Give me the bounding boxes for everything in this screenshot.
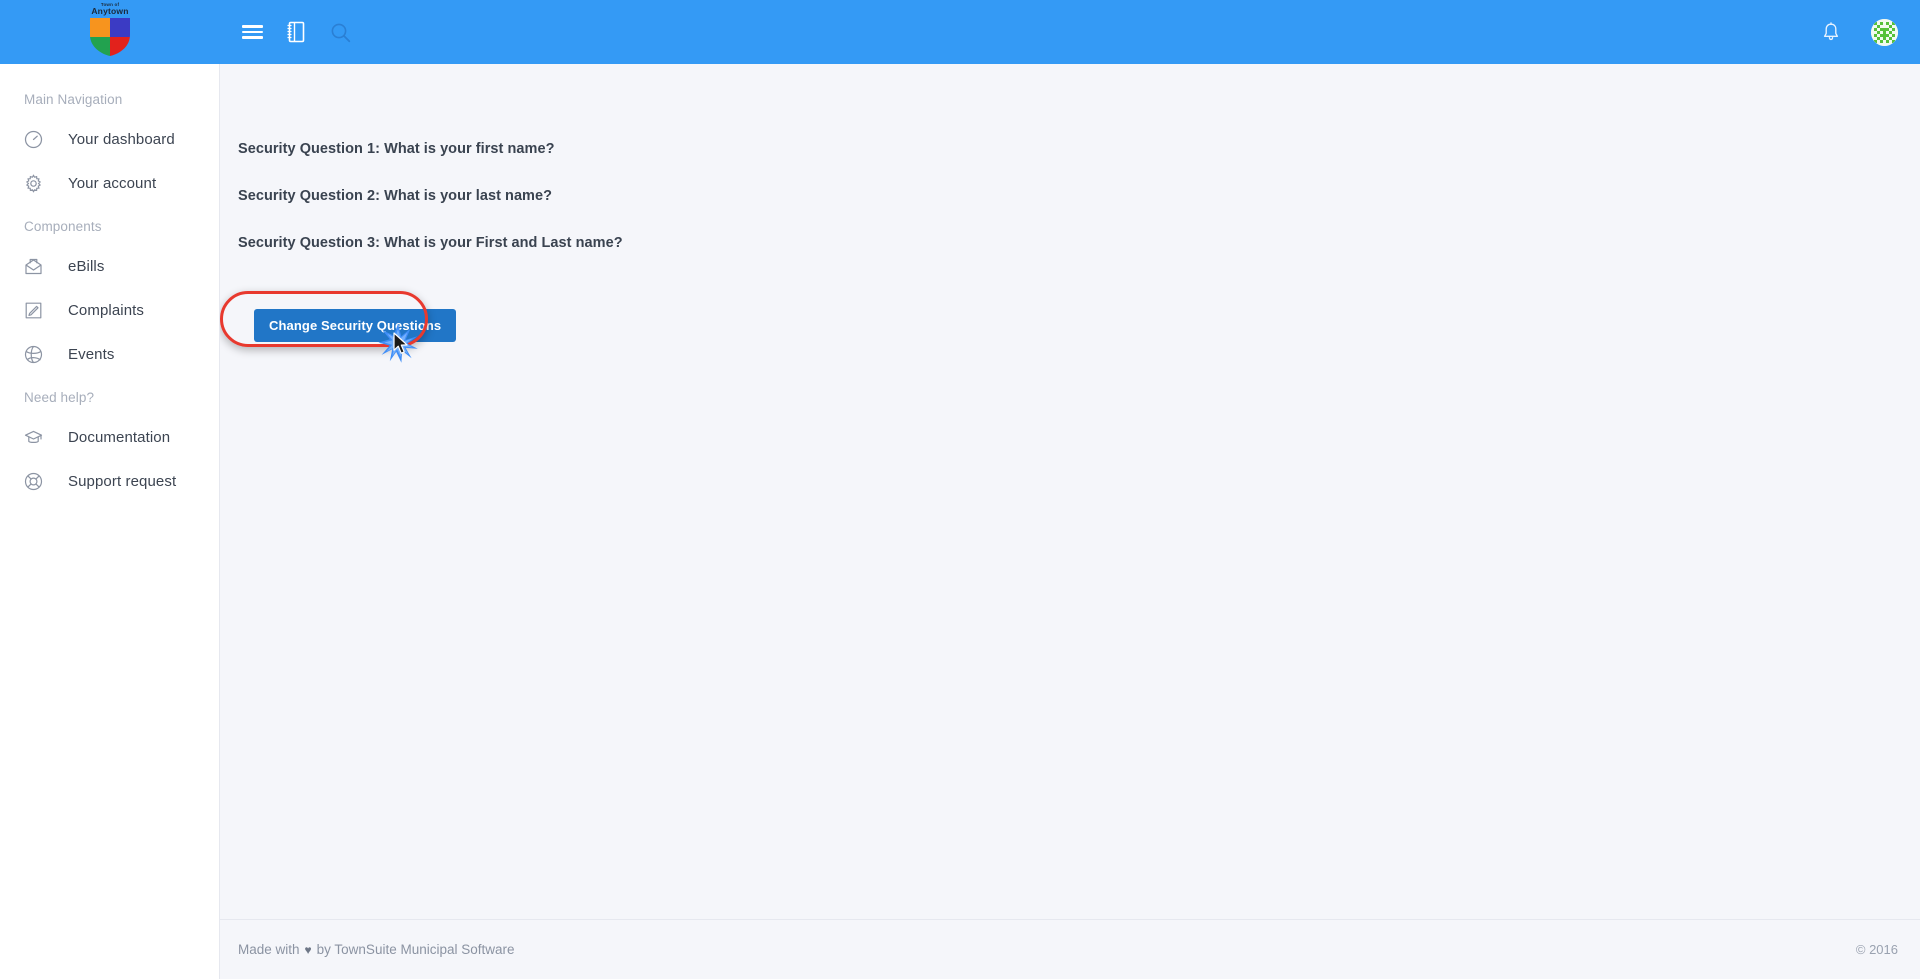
sidebar-item-label: Your dashboard: [68, 130, 175, 148]
user-avatar[interactable]: [1871, 18, 1898, 46]
sidebar-item-your-account[interactable]: Your account: [0, 161, 219, 205]
change-security-questions-zone: Change Security Questions: [220, 291, 458, 363]
bell-icon[interactable]: [1809, 10, 1853, 54]
main-content: Security Question 1: What is your first …: [220, 64, 1920, 919]
sidebar-section-title-components: Components: [24, 219, 102, 234]
footer-credit: Made with ♥ by TownSuite Municipal Softw…: [238, 942, 515, 957]
sidebar-item-label: Support request: [68, 472, 177, 490]
sidebar-item-support-request[interactable]: Support request: [0, 459, 219, 503]
sidebar-item-events[interactable]: Events: [0, 332, 219, 376]
hamburger-menu-icon[interactable]: [230, 10, 274, 54]
security-question-3: Security Question 3: What is your First …: [238, 235, 623, 251]
sidebar-item-complaints[interactable]: Complaints: [0, 288, 219, 332]
notebook-icon[interactable]: [274, 10, 318, 54]
security-question-2: Security Question 2: What is your last n…: [238, 188, 553, 204]
graduation-cap-icon: [24, 428, 50, 447]
sidebar-item-ebills[interactable]: eBills: [0, 244, 219, 288]
dashboard-gauge-icon: [24, 130, 50, 149]
sidebar-item-label: Your account: [68, 174, 157, 192]
logo-zone[interactable]: Town of Anytown: [0, 0, 220, 64]
sidebar-item-label: Documentation: [68, 428, 171, 446]
footer-credit-suffix: by TownSuite Municipal Software: [316, 942, 515, 957]
life-ring-icon: [24, 472, 50, 491]
dribbble-ball-icon: [24, 345, 50, 364]
sidebar-item-label: eBills: [68, 257, 105, 275]
header-icon-group: [230, 10, 362, 54]
shield-logo-icon: [89, 17, 131, 57]
sidebar-section-title-main-navigation: Main Navigation: [24, 92, 123, 107]
change-security-questions-button[interactable]: Change Security Questions: [254, 309, 457, 342]
gear-icon: [24, 173, 50, 193]
site-logo[interactable]: Town of Anytown: [81, 0, 139, 64]
sidebar-item-your-dashboard[interactable]: Your dashboard: [0, 117, 219, 161]
footer-credit-prefix: Made with: [238, 942, 300, 957]
sidebar-item-documentation[interactable]: Documentation: [0, 415, 219, 459]
pencil-square-icon: [24, 301, 50, 320]
footer-copyright: © 2016: [1855, 942, 1898, 957]
page-footer: Made with ♥ by TownSuite Municipal Softw…: [220, 919, 1920, 979]
heart-icon: ♥: [304, 942, 312, 957]
open-envelope-icon: [24, 257, 50, 276]
sidebar-section-title-need-help: Need help?: [24, 390, 95, 405]
main-sidebar: Main Navigation Your dashboard Your acco…: [0, 64, 220, 979]
search-icon[interactable]: [318, 10, 362, 54]
security-question-1: Security Question 1: What is your first …: [238, 141, 555, 157]
app-header: Town of Anytown: [0, 0, 1920, 64]
sidebar-item-label: Complaints: [68, 301, 145, 319]
header-right-group: [1809, 10, 1920, 54]
sidebar-item-label: Events: [68, 345, 115, 363]
logo-text-line2: Anytown: [91, 6, 129, 16]
